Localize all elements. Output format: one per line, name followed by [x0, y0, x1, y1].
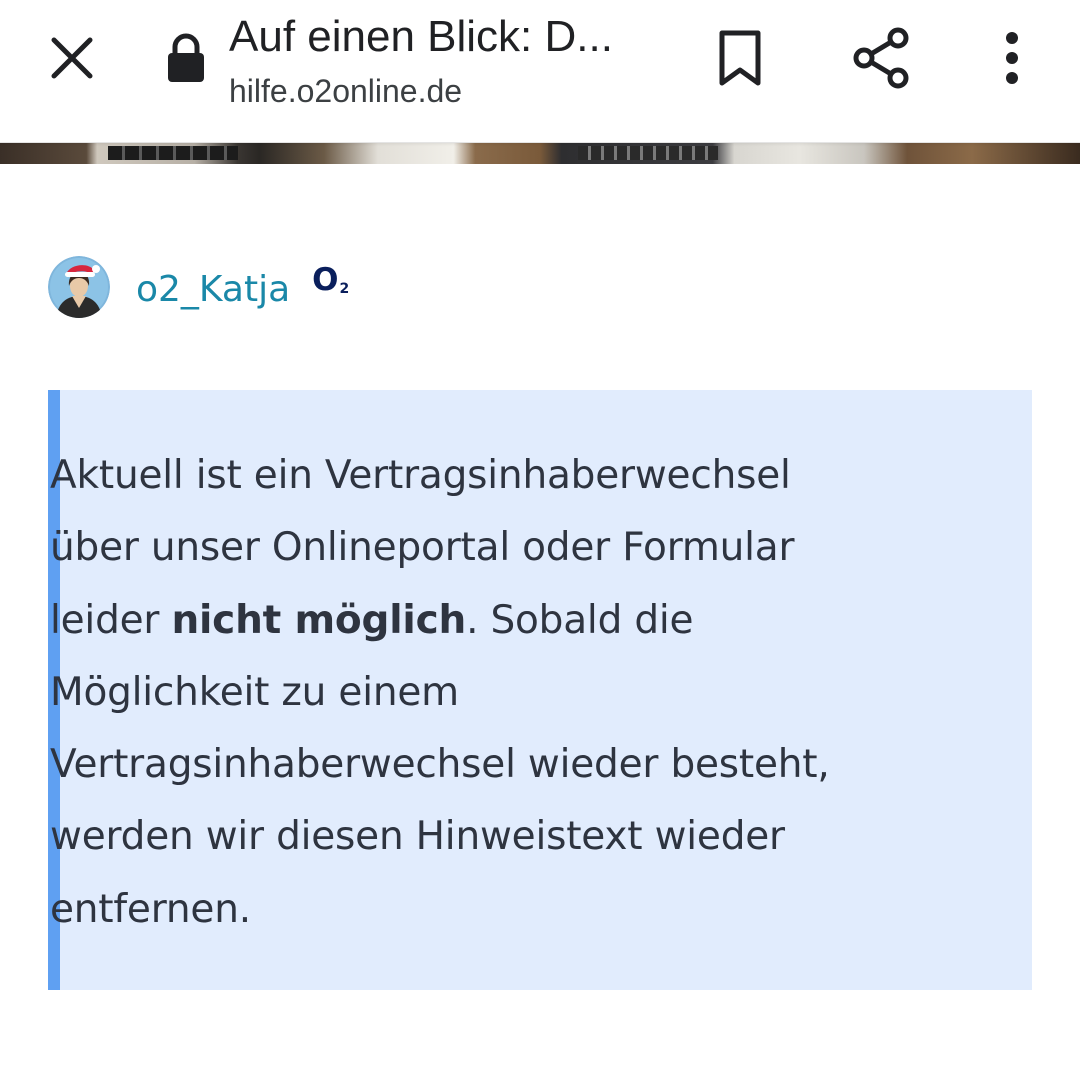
bookmark-icon[interactable] — [700, 18, 780, 98]
notice-text: Aktuell ist ein Vertragsinhaberwechsel ü… — [50, 440, 950, 946]
notice-line-suffix: . Sobald die — [466, 597, 694, 643]
keyboard-image-part — [108, 146, 238, 160]
browser-toolbar: Auf einen Blick: D... hilfe.o2online.de — [0, 0, 1080, 143]
notice-emphasis: nicht möglich — [171, 597, 467, 643]
o2-badge-letter: O — [312, 261, 339, 298]
more-vertical-icon[interactable] — [972, 18, 1052, 98]
keyboard-image-part — [578, 146, 718, 160]
notice-line: Möglichkeit zu einem — [50, 669, 459, 715]
notice-line: Aktuell ist ein Vertragsinhaberwechsel — [50, 453, 791, 498]
hero-image — [0, 142, 1080, 164]
lock-icon — [164, 32, 208, 84]
notice-line-prefix: leider — [50, 597, 172, 643]
o2-badge-icon: O 2 — [312, 261, 350, 298]
avatar[interactable] — [48, 256, 110, 318]
close-icon[interactable] — [32, 18, 112, 98]
author-line: o2_Katja O 2 — [48, 255, 349, 319]
notice-line: über unser Onlineportal oder Formular — [50, 525, 795, 571]
notice-line: werden wir diesen Hinweistext wieder — [50, 814, 785, 860]
notice-line: Vertragsinhaberwechsel wieder besteht, — [50, 742, 830, 788]
page-url: hilfe.o2online.de — [229, 73, 463, 109]
page-title: Auf einen Blick: D... — [229, 12, 613, 61]
o2-badge-subscript: 2 — [339, 280, 350, 297]
share-icon[interactable] — [842, 18, 922, 98]
author-name-link[interactable]: o2_Katja — [136, 269, 290, 310]
page-title-block[interactable]: Auf einen Blick: D... hilfe.o2online.de — [229, 10, 669, 114]
notice-line: entfernen. — [50, 886, 251, 932]
